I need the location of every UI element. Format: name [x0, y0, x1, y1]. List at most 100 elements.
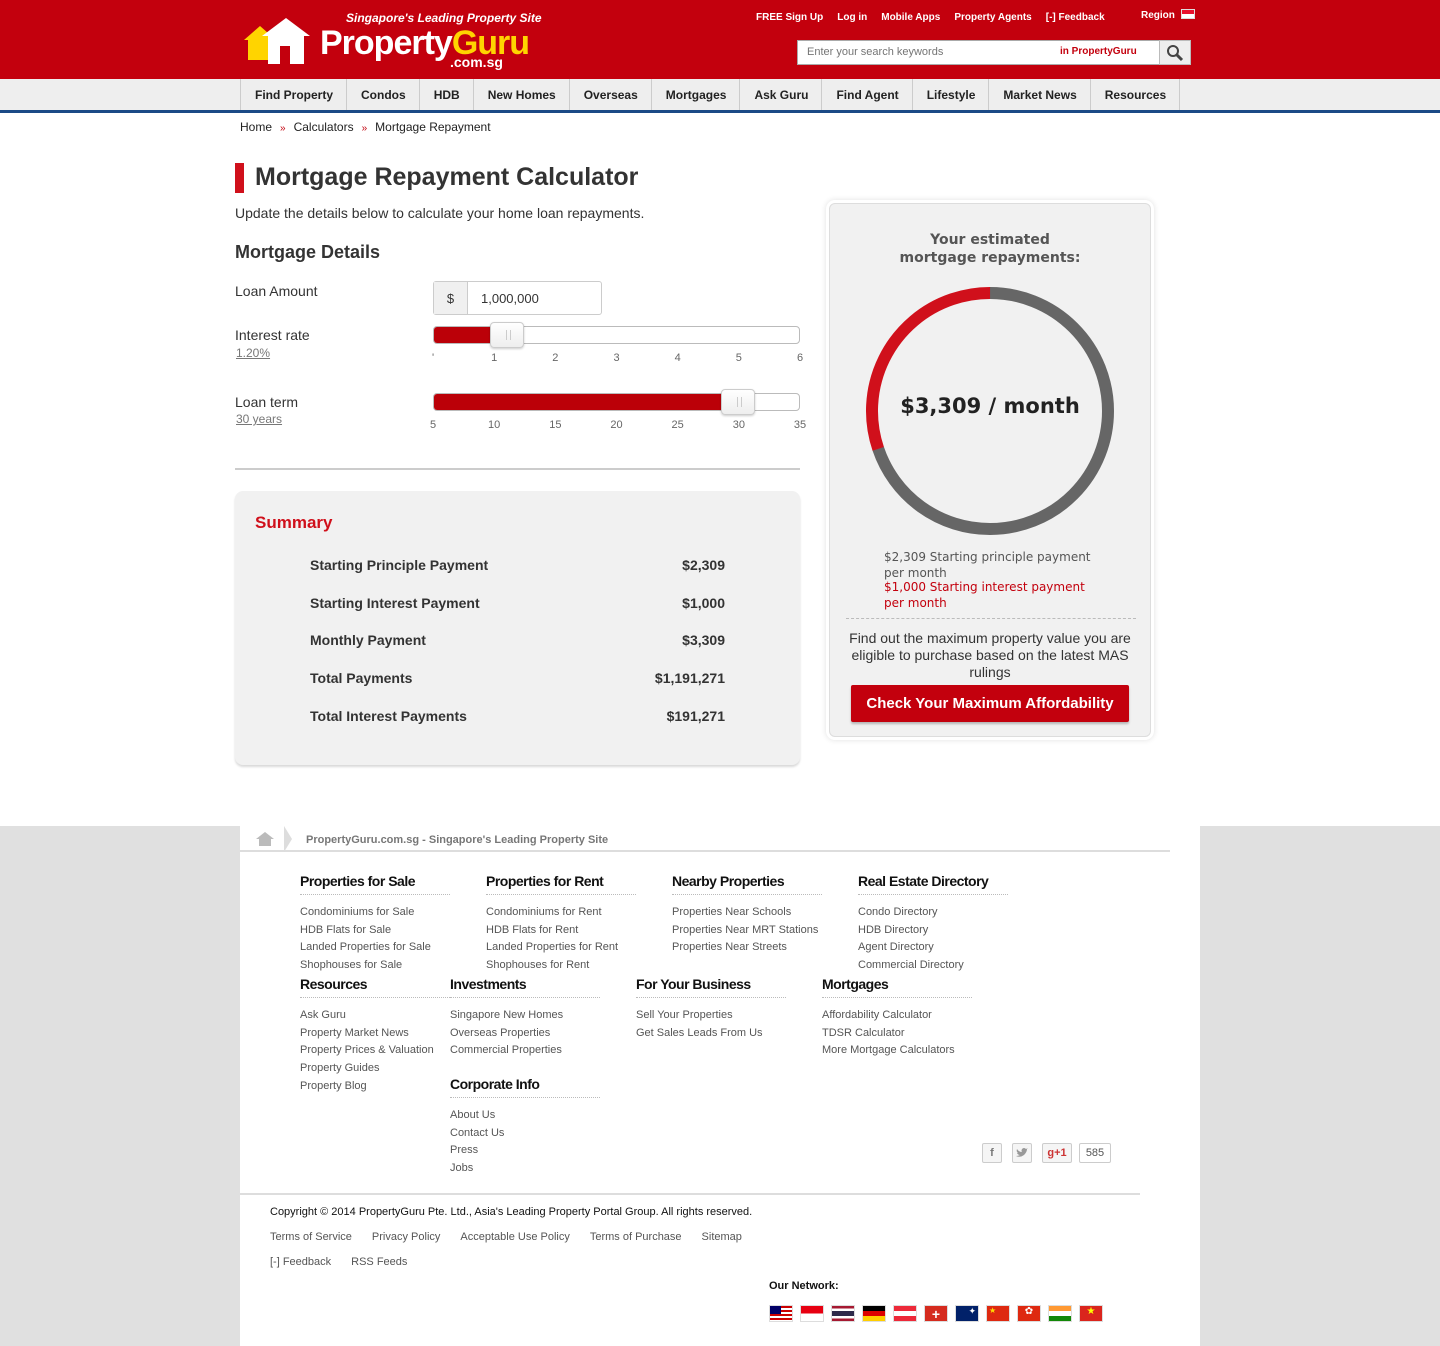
footer-link[interactable]: HDB Flats for Sale	[300, 922, 450, 940]
terms-of-purchase-link[interactable]: Terms of Purchase	[590, 1231, 682, 1243]
interest-rate-slider[interactable]	[433, 322, 800, 348]
sitemap-link[interactable]: Sitemap	[702, 1231, 742, 1243]
acceptable-use-link[interactable]: Acceptable Use Policy	[460, 1231, 569, 1243]
footer-link[interactable]: Property Guides	[300, 1060, 450, 1078]
switzerland-flag-icon[interactable]: +	[924, 1305, 948, 1322]
footer-column-title: Investments	[450, 976, 600, 998]
twitter-icon[interactable]	[1012, 1143, 1032, 1163]
summary-label: Starting Interest Payment	[310, 595, 480, 611]
hong-kong-flag-icon[interactable]: ✿	[1017, 1305, 1041, 1322]
summary-label: Total Interest Payments	[310, 708, 467, 724]
nav-mortgages[interactable]: Mortgages	[650, 79, 740, 110]
footer-link[interactable]: Get Sales Leads From Us	[636, 1025, 786, 1043]
loan-amount-input[interactable]: 1,000,000	[468, 282, 539, 314]
loan-amount-label: Loan Amount	[235, 283, 318, 299]
footer-link[interactable]: Condo Directory	[858, 904, 1008, 922]
footer-link[interactable]: TDSR Calculator	[822, 1025, 972, 1043]
footer-link[interactable]: Properties Near Schools	[672, 904, 822, 922]
facebook-icon[interactable]: f	[982, 1143, 1002, 1163]
footer-link[interactable]: Ask Guru	[300, 1007, 450, 1025]
nav-market-news[interactable]: Market News	[988, 79, 1089, 110]
footer-link[interactable]: Sell Your Properties	[636, 1007, 786, 1025]
loan-term-value[interactable]: 30 years	[236, 412, 282, 426]
footer-link[interactable]: Shophouses for Sale	[300, 957, 450, 975]
footer-link[interactable]: Jobs	[450, 1160, 600, 1178]
footer-link[interactable]: Agent Directory	[858, 939, 1008, 957]
footer-link[interactable]: Properties Near Streets	[672, 939, 822, 957]
toplink-mobile-apps[interactable]: Mobile Apps	[881, 12, 940, 23]
footer-link[interactable]: Singapore New Homes	[450, 1007, 600, 1025]
breadcrumb-home[interactable]: Home	[240, 120, 272, 134]
nav-find-property[interactable]: Find Property	[240, 79, 346, 110]
footer-link[interactable]: HDB Flats for Rent	[486, 922, 636, 940]
nav-hdb[interactable]: HDB	[418, 79, 473, 110]
india-flag-icon[interactable]	[1048, 1305, 1072, 1322]
footer-link[interactable]: About Us	[450, 1107, 600, 1125]
nav-new-homes[interactable]: New Homes	[472, 79, 569, 110]
footer-column-corporate: Corporate Info About Us Contact Us Press…	[450, 1076, 600, 1178]
header: Singapore's Leading Property Site Proper…	[0, 0, 1440, 79]
our-network-label: Our Network:	[769, 1280, 839, 1292]
footer-link[interactable]: Condominiums for Rent	[486, 904, 636, 922]
footer-link[interactable]: Commercial Directory	[858, 957, 1008, 975]
region-selector[interactable]: Region	[1141, 9, 1195, 21]
footer-column-mortgages: Mortgages Affordability Calculator TDSR …	[822, 976, 972, 1060]
interest-note: $1,000 Starting interest payment per mon…	[884, 580, 1085, 610]
nav-condos[interactable]: Condos	[346, 79, 419, 110]
interest-slider-handle[interactable]	[490, 322, 524, 348]
feedback-link[interactable]: [-] Feedback	[270, 1256, 331, 1268]
summary-row: Monthly Payment $3,309	[310, 632, 725, 648]
nav-find-agent[interactable]: Find Agent	[821, 79, 911, 110]
breadcrumb-calculators[interactable]: Calculators	[294, 120, 354, 134]
footer-link[interactable]: Condominiums for Sale	[300, 904, 450, 922]
footer-link[interactable]: More Mortgage Calculators	[822, 1042, 972, 1060]
loan-amount-field[interactable]: $ 1,000,000	[433, 281, 602, 315]
tick-label: 25	[671, 419, 684, 431]
footer-link[interactable]: Property Blog	[300, 1078, 450, 1096]
australia-flag-icon[interactable]: ✦	[955, 1305, 979, 1322]
footer-link[interactable]: Properties Near MRT Stations	[672, 922, 822, 940]
nav-ask-guru[interactable]: Ask Guru	[739, 79, 821, 110]
nav-overseas[interactable]: Overseas	[568, 79, 651, 110]
malaysia-flag-icon[interactable]	[769, 1305, 793, 1322]
rss-feeds-link[interactable]: RSS Feeds	[351, 1256, 407, 1268]
footer-link[interactable]: Property Prices & Valuation	[300, 1042, 450, 1060]
search-button[interactable]	[1159, 40, 1191, 65]
nav-resources[interactable]: Resources	[1089, 79, 1181, 110]
vietnam-flag-icon[interactable]: ★	[1079, 1305, 1103, 1322]
footer-link[interactable]: Shophouses for Rent	[486, 957, 636, 975]
toplink-signup[interactable]: FREE Sign Up	[756, 12, 823, 23]
indonesia-flag-icon[interactable]	[800, 1305, 824, 1322]
terms-of-service-link[interactable]: Terms of Service	[270, 1231, 352, 1243]
privacy-policy-link[interactable]: Privacy Policy	[372, 1231, 440, 1243]
footer-link[interactable]: Property Market News	[300, 1025, 450, 1043]
footer-link[interactable]: Commercial Properties	[450, 1042, 600, 1060]
footer-link[interactable]: Affordability Calculator	[822, 1007, 972, 1025]
interest-rate-value[interactable]: 1.20%	[236, 346, 270, 360]
footer-link[interactable]: Overseas Properties	[450, 1025, 600, 1043]
footer-link[interactable]: Landed Properties for Sale	[300, 939, 450, 957]
footer-column-resources: Resources Ask Guru Property Market News …	[300, 976, 450, 1096]
thailand-flag-icon[interactable]	[831, 1305, 855, 1322]
footer-link[interactable]: Landed Properties for Rent	[486, 939, 636, 957]
footer-link[interactable]: Press	[450, 1142, 600, 1160]
nav-lifestyle[interactable]: Lifestyle	[911, 79, 989, 110]
propertyguru-logo[interactable]: Singapore's Leading Property Site Proper…	[238, 10, 542, 72]
toplink-login[interactable]: Log in	[837, 12, 867, 23]
china-flag-icon[interactable]: ★	[986, 1305, 1010, 1322]
toplink-property-agents[interactable]: Property Agents	[954, 12, 1031, 23]
austria-flag-icon[interactable]	[893, 1305, 917, 1322]
google-plus-icon[interactable]: g+1	[1042, 1143, 1072, 1163]
check-affordability-button[interactable]: Check Your Maximum Affordability	[851, 685, 1129, 722]
tick-label: 30	[732, 419, 745, 431]
term-slider-handle[interactable]	[721, 389, 755, 415]
home-icon[interactable]	[256, 832, 274, 846]
loan-term-slider[interactable]	[433, 389, 800, 415]
germany-flag-icon[interactable]	[862, 1305, 886, 1322]
footer-link[interactable]: HDB Directory	[858, 922, 1008, 940]
search-input[interactable]	[798, 41, 1038, 63]
toplink-feedback[interactable]: [-] Feedback	[1046, 12, 1105, 23]
social-buttons: f g+1	[982, 1143, 1072, 1163]
summary-row: Total Interest Payments $191,271	[310, 708, 725, 724]
footer-link[interactable]: Contact Us	[450, 1125, 600, 1143]
